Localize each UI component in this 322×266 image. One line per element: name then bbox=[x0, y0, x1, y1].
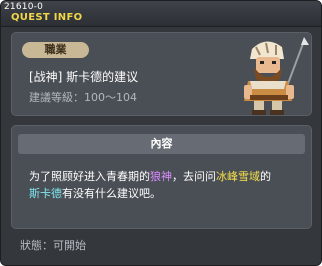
desc-highlight-npc: 狼神 bbox=[150, 170, 172, 183]
desc-text: 为了照顾好进入青春期的 bbox=[29, 170, 150, 183]
npc-warrior-portrait-icon bbox=[244, 37, 309, 115]
window-title: QUEST INFO bbox=[11, 12, 83, 23]
desc-highlight-target-npc: 斯卡德 bbox=[29, 187, 62, 200]
content-header: 內容 bbox=[18, 134, 305, 154]
quest-info-window: 21610-0 QUEST INFO 職業 [战神] 斯卡德的建议 建議等級：1… bbox=[0, 0, 322, 266]
job-badge: 職業 bbox=[22, 42, 89, 58]
desc-highlight-location: 冰峰雪域 bbox=[216, 170, 260, 183]
desc-text: 有没有什么建议吧。 bbox=[62, 187, 161, 200]
quest-status: 狀態：可開始 bbox=[20, 239, 86, 252]
desc-text: 的 bbox=[260, 170, 271, 183]
quest-content-panel: 內容 为了照顾好进入青春期的狼神，去问问冰峰雪域的 斯卡德有没有什么建议吧。 bbox=[11, 125, 312, 229]
quest-description: 为了照顾好进入青春期的狼神，去问问冰峰雪域的 斯卡德有没有什么建议吧。 bbox=[29, 168, 309, 202]
title-bar[interactable]: 21610-0 QUEST INFO bbox=[1, 1, 321, 27]
quest-summary-panel: 職業 [战神] 斯卡德的建议 建議等級：100～104 bbox=[11, 32, 312, 116]
quest-level-requirement: 建議等級：100～104 bbox=[29, 91, 137, 104]
quest-name: [战神] 斯卡德的建议 bbox=[29, 70, 139, 84]
desc-text: ，去问问 bbox=[172, 170, 216, 183]
quest-id: 21610-0 bbox=[4, 2, 44, 12]
